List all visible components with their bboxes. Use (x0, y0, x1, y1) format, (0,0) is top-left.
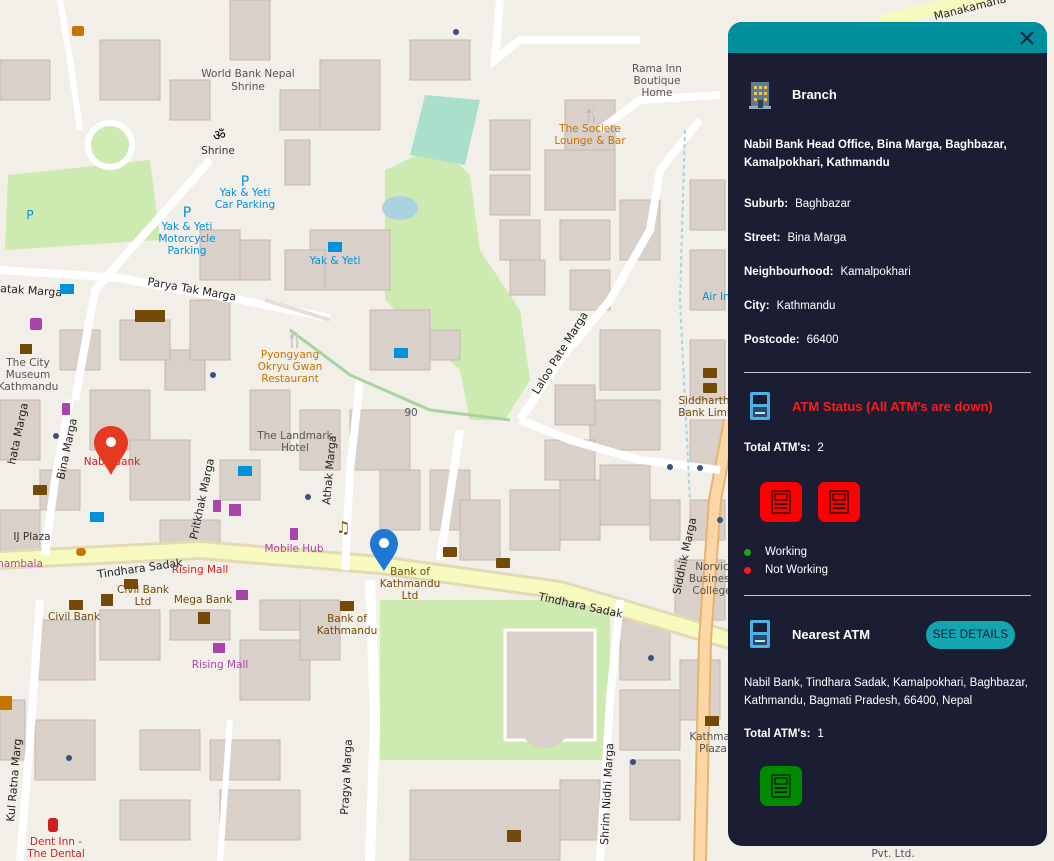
street-field: Street: Bina Marga (744, 232, 847, 244)
poi-label: The Societe Lounge & Bar (554, 123, 626, 147)
poi-label: Shrine (201, 145, 235, 157)
atm-unit-button[interactable] (760, 482, 802, 522)
poi-label: World Bank Nepal (201, 68, 294, 80)
suburb-field: Suburb: Baghbazar (744, 198, 851, 210)
pond (382, 196, 418, 220)
atm-status-title: ATM Status (All ATM's are down) (792, 398, 993, 414)
svg-text:ॐ: ॐ (213, 128, 226, 144)
atm-machine-icon (750, 620, 770, 648)
city-field: City: Kathmandu (744, 300, 836, 312)
svg-text:P: P (183, 205, 191, 221)
divider (744, 595, 1031, 596)
atm-unit-button[interactable] (760, 766, 802, 806)
red-dot-icon (744, 566, 751, 574)
legend-not-working: Not Working (744, 564, 828, 576)
branch-info-panel: Branch Nabil Bank Head Office, Bina Marg… (728, 22, 1047, 846)
nearest-atm-header: Nearest ATM (744, 618, 870, 650)
poi-label: 90 (404, 407, 417, 419)
nearest-atm-title: Nearest ATM (792, 626, 871, 642)
poi-label: Civil Bank (48, 611, 101, 623)
atm-total: Total ATM's: 2 (744, 442, 824, 454)
svg-text:P: P (241, 174, 249, 190)
building-icon (749, 82, 771, 109)
branch-address: Nabil Bank Head Office, Bina Marga, Bagh… (744, 139, 1007, 169)
poi-label: Rising Mall (172, 564, 229, 576)
nearest-atm-total: Total ATM's: 1 (744, 728, 824, 740)
poi-label: Yak & Yeti (309, 255, 361, 267)
poi-label: Siddharth Bank Limi (678, 395, 730, 419)
atm-icon (771, 490, 791, 514)
svg-text:🍴: 🍴 (583, 107, 600, 124)
poi-label: IJ Plaza (13, 531, 50, 543)
poi-label: hambala (0, 558, 43, 570)
panel-header (728, 22, 1047, 53)
atm-icon (771, 774, 791, 798)
atm-status-header: ATM Status (All ATM's are down) (744, 390, 993, 422)
atm-icon (829, 490, 849, 514)
nearest-atm-address: Nabil Bank, Tindhara Sadak, Kamalpokhari… (744, 677, 1028, 707)
svg-text:♫: ♫ (336, 518, 350, 537)
park-area (5, 160, 160, 250)
poi-label: Yak & Yeti Car Parking (215, 187, 275, 211)
poi-label: Rising Mall (192, 659, 249, 671)
legend-working: Working (744, 546, 807, 558)
poi-label: Pyongyang Okryu Gwan Restaurant (258, 349, 323, 385)
branch-title: Branch (792, 86, 837, 102)
poi-label: The City Museum Kathmandu (0, 357, 58, 393)
svg-text:P: P (26, 208, 33, 222)
roundabout (85, 120, 135, 170)
poi-label: Mega Bank (174, 594, 233, 606)
poi-label: Dent Inn -The Dental (26, 836, 85, 860)
divider (744, 372, 1031, 373)
park-building (519, 696, 571, 748)
poi-label: Pvt. Ltd. (871, 848, 914, 860)
postcode-field: Postcode: 66400 (744, 334, 839, 346)
poi-label: Shrine (231, 81, 265, 93)
green-dot-icon (744, 548, 751, 556)
neighbourhood-field: Neighbourhood: Kamalpokhari (744, 266, 911, 278)
poi-label: Mobile Hub (265, 543, 324, 555)
close-icon[interactable] (1017, 28, 1037, 48)
atm-unit-button[interactable] (818, 482, 860, 522)
atm-machine-icon (750, 392, 770, 420)
poi-label: Air In (702, 291, 730, 303)
branch-header: Branch (744, 78, 837, 110)
see-details-button[interactable]: SEE DETAILS (926, 621, 1015, 649)
svg-text:🍴: 🍴 (286, 332, 303, 349)
